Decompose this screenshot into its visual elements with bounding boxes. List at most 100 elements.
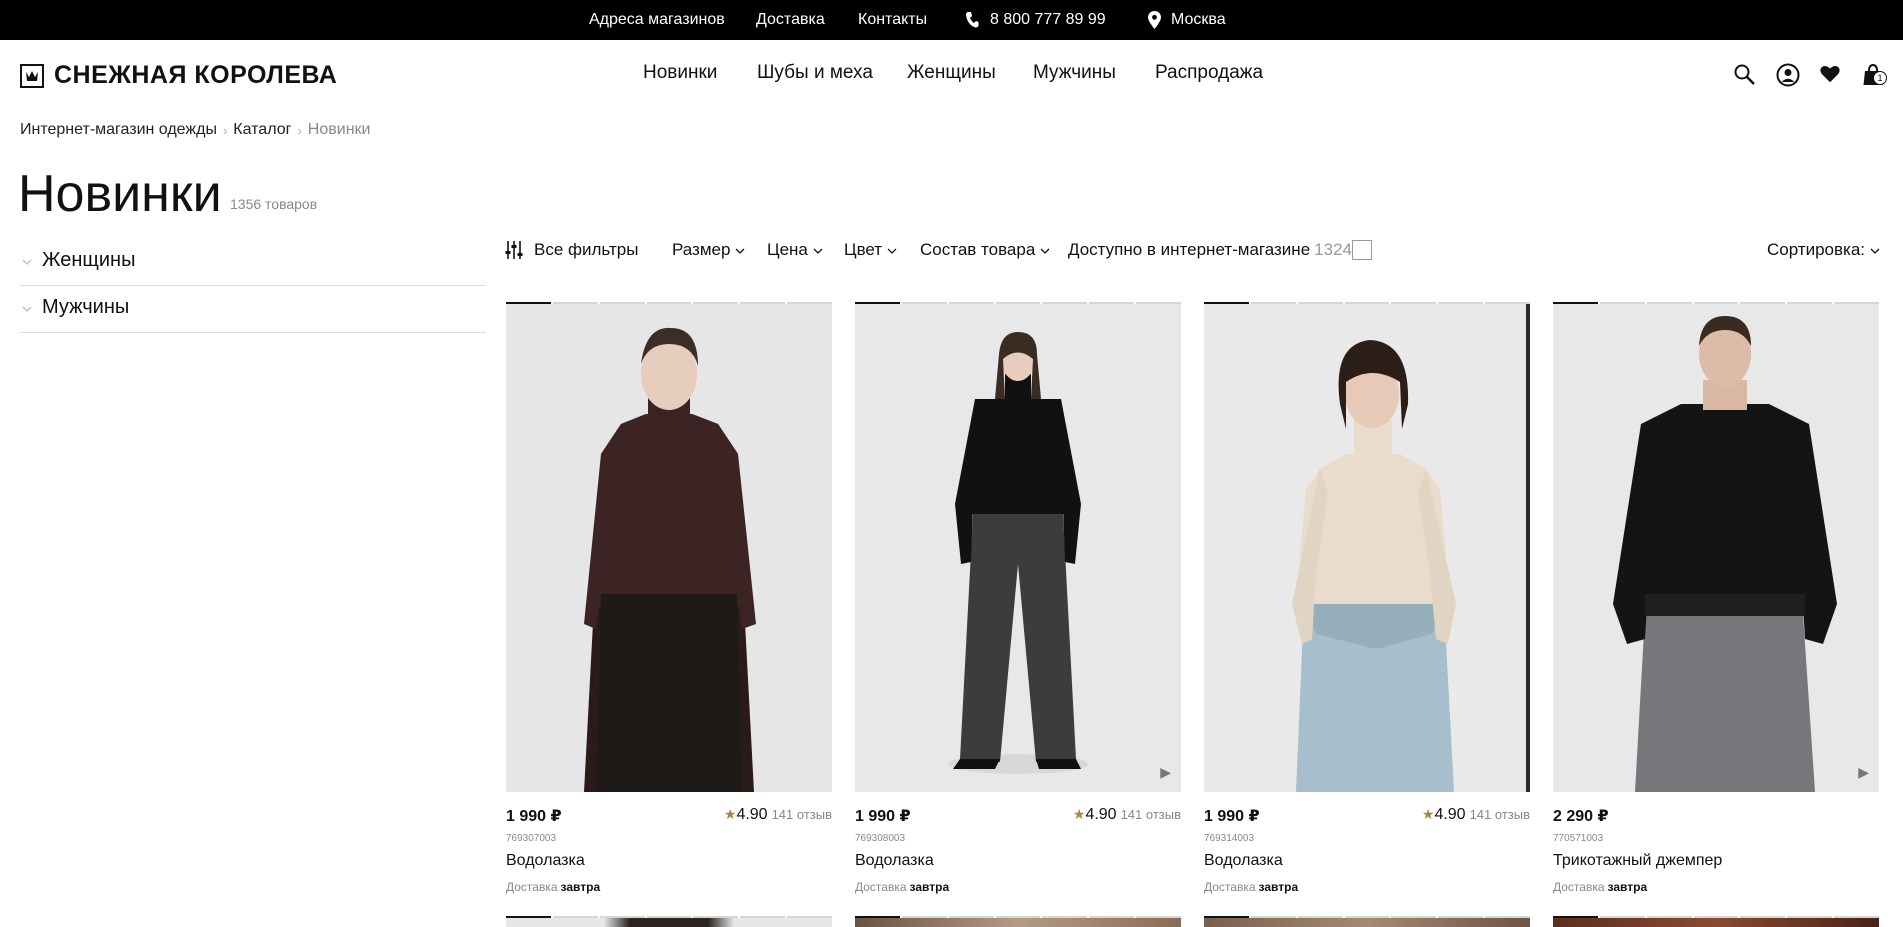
product-card-peek[interactable] bbox=[1553, 916, 1879, 927]
heart-icon[interactable] bbox=[1819, 63, 1841, 85]
price-filter-label: Цена bbox=[767, 240, 808, 259]
user-icon[interactable] bbox=[1776, 63, 1800, 87]
nav-men[interactable]: Мужчины bbox=[1033, 62, 1116, 84]
chevron-down-icon bbox=[22, 259, 32, 265]
product-card-peek[interactable] bbox=[1204, 916, 1530, 927]
main-header: СНЕЖНАЯ КОРОЛЕВА Новинки Шубы и меха Жен… bbox=[0, 40, 1903, 110]
product-image[interactable] bbox=[1553, 304, 1879, 792]
star-icon: ★ bbox=[1072, 806, 1086, 822]
category-label: Мужчины bbox=[42, 296, 130, 318]
product-delivery: Доставка завтра bbox=[506, 880, 600, 894]
product-image[interactable] bbox=[855, 918, 1181, 927]
chevron-down-icon bbox=[22, 306, 32, 312]
rating-value: 4.90 bbox=[736, 806, 768, 823]
product-sku: 770571003 bbox=[1553, 833, 1604, 844]
product-image[interactable] bbox=[506, 918, 832, 927]
product-sku: 769307003 bbox=[506, 833, 557, 844]
product-image[interactable] bbox=[506, 304, 832, 792]
product-name[interactable]: Водолазка bbox=[1204, 852, 1283, 870]
location-pin-icon bbox=[1148, 11, 1161, 29]
cart-count-badge: 1 bbox=[1873, 71, 1887, 85]
city-selector[interactable]: Москва bbox=[1171, 0, 1226, 40]
star-icon: ★ bbox=[1421, 806, 1435, 822]
color-filter[interactable]: Цвет bbox=[844, 240, 897, 260]
nav-furs[interactable]: Шубы и меха bbox=[757, 62, 873, 84]
product-sku: 769308003 bbox=[855, 833, 906, 844]
size-filter-label: Размер bbox=[672, 240, 731, 259]
top-bar: Адреса магазинов Доставка Контакты 8 800… bbox=[0, 0, 1903, 40]
product-price: 1 990 ₽ bbox=[506, 808, 562, 825]
search-icon[interactable] bbox=[1733, 63, 1757, 87]
product-sku: 769314003 bbox=[1204, 833, 1255, 844]
product-rating: ★4.90 141 отзыв bbox=[1073, 806, 1181, 824]
product-card[interactable]: 1 990 ₽ ★4.90 141 отзыв 769307003 Водолаз… bbox=[506, 302, 833, 902]
price-filter[interactable]: Цена bbox=[767, 240, 823, 260]
rating-value: 4.90 bbox=[1085, 806, 1117, 823]
product-card[interactable]: 1 990 ₽ ★4.90 141 отзыв 769314003 Водолаз… bbox=[1204, 302, 1531, 902]
contacts-link[interactable]: Контакты bbox=[858, 0, 927, 40]
product-price: 2 290 ₽ bbox=[1553, 808, 1609, 825]
product-card-peek[interactable] bbox=[855, 916, 1181, 927]
breadcrumb-current: Новинки bbox=[307, 121, 371, 138]
delivery-link[interactable]: Доставка bbox=[756, 0, 825, 40]
delivery-label: Доставка bbox=[506, 880, 558, 894]
chevron-down-icon bbox=[735, 248, 745, 254]
all-filters-button[interactable]: Все фильтры bbox=[534, 240, 638, 260]
product-name[interactable]: Водолазка bbox=[506, 852, 585, 870]
category-women[interactable]: Женщины bbox=[20, 239, 486, 286]
reviews-count[interactable]: 141 отзыв bbox=[1470, 807, 1530, 822]
filter-sliders-icon[interactable] bbox=[505, 240, 523, 260]
composition-filter-label: Состав товара bbox=[920, 240, 1036, 259]
available-online-filter[interactable]: Доступно в интернет-магазине 1324 bbox=[1068, 240, 1352, 260]
chevron-down-icon bbox=[887, 248, 897, 254]
product-image[interactable] bbox=[1204, 304, 1530, 792]
play-icon[interactable]: ▶ bbox=[1160, 764, 1171, 781]
product-image[interactable] bbox=[1204, 918, 1530, 927]
size-filter[interactable]: Размер bbox=[672, 240, 745, 260]
nav-sale[interactable]: Распродажа bbox=[1155, 62, 1263, 84]
product-delivery: Доставка завтра bbox=[1204, 880, 1298, 894]
delivery-label: Доставка bbox=[855, 880, 907, 894]
delivery-value: завтра bbox=[1258, 880, 1299, 894]
crown-logo-icon[interactable] bbox=[20, 64, 44, 88]
breadcrumb-catalog[interactable]: Каталог bbox=[233, 121, 291, 139]
product-card[interactable]: ▶ 2 290 ₽ 770571003 Трикотажный джемпер … bbox=[1553, 302, 1880, 902]
delivery-label: Доставка bbox=[1553, 880, 1605, 894]
composition-filter[interactable]: Состав товара bbox=[920, 240, 1050, 260]
delivery-value: завтра bbox=[1607, 880, 1648, 894]
reviews-count[interactable]: 141 отзыв bbox=[772, 807, 832, 822]
product-name[interactable]: Водолазка bbox=[855, 852, 934, 870]
chevron-down-icon bbox=[813, 248, 823, 254]
reviews-count[interactable]: 141 отзыв bbox=[1121, 807, 1181, 822]
product-card[interactable]: ▶ 1 990 ₽ ★4.90 141 отзыв 769308003 Водол… bbox=[855, 302, 1182, 902]
product-delivery: Доставка завтра bbox=[1553, 880, 1647, 894]
nav-new[interactable]: Новинки bbox=[643, 62, 717, 84]
product-delivery: Доставка завтра bbox=[855, 880, 949, 894]
breadcrumb: Интернет-магазин одежды › Каталог › Новинки bbox=[20, 121, 370, 139]
page-title: Новинки bbox=[18, 165, 222, 223]
available-online-checkbox[interactable] bbox=[1352, 240, 1372, 260]
available-online-count: 1324 bbox=[1314, 240, 1352, 259]
product-image[interactable] bbox=[855, 304, 1181, 792]
nav-women[interactable]: Женщины bbox=[907, 62, 996, 84]
breadcrumb-separator: › bbox=[297, 122, 302, 138]
product-price: 1 990 ₽ bbox=[1204, 808, 1260, 825]
product-rating: ★4.90 141 отзыв bbox=[724, 806, 832, 824]
category-men[interactable]: Мужчины bbox=[20, 286, 486, 333]
chevron-down-icon bbox=[1870, 248, 1880, 254]
category-label: Женщины bbox=[42, 249, 136, 271]
product-count: 1356 товаров bbox=[230, 196, 318, 212]
rating-value: 4.90 bbox=[1434, 806, 1466, 823]
brand-logo[interactable]: СНЕЖНАЯ КОРОЛЕВА bbox=[54, 61, 337, 90]
play-icon[interactable]: ▶ bbox=[1858, 764, 1869, 781]
phone-link[interactable]: 8 800 777 89 99 bbox=[990, 0, 1106, 40]
star-icon: ★ bbox=[723, 806, 737, 822]
breadcrumb-home[interactable]: Интернет-магазин одежды bbox=[20, 121, 217, 139]
sort-dropdown[interactable]: Сортировка: bbox=[1767, 240, 1880, 260]
product-name[interactable]: Трикотажный джемпер bbox=[1553, 852, 1722, 870]
stores-link[interactable]: Адреса магазинов bbox=[589, 0, 725, 40]
product-image[interactable] bbox=[1553, 918, 1879, 927]
product-card-peek[interactable] bbox=[506, 916, 832, 927]
delivery-value: завтра bbox=[560, 880, 601, 894]
available-online-label: Доступно в интернет-магазине bbox=[1068, 240, 1311, 259]
